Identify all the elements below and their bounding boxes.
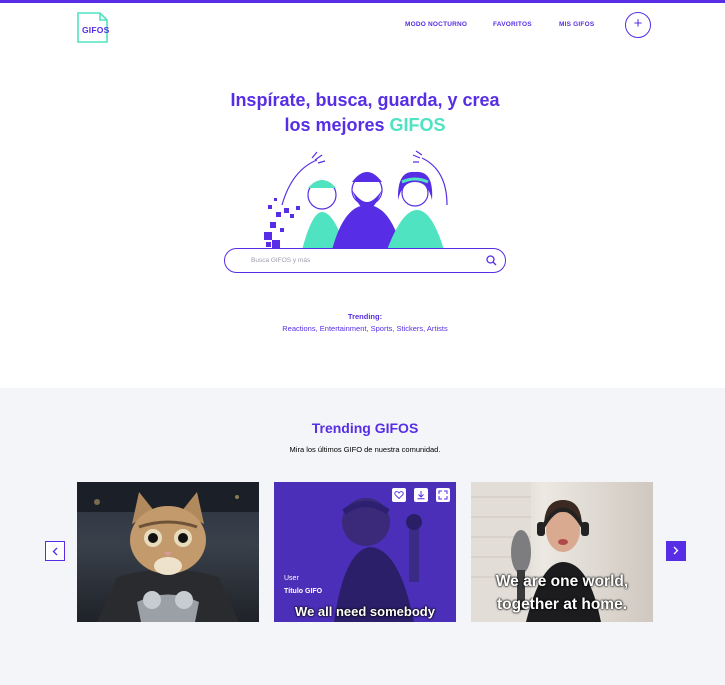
- hero-title-prefix: los mejores: [284, 115, 385, 135]
- trending-terms-label: Trending:: [347, 312, 383, 321]
- trending-gifos-title: Trending GIFOS: [311, 420, 419, 436]
- heart-icon: [394, 491, 404, 500]
- nav-night-mode[interactable]: MODO NOCTURNO: [405, 21, 467, 28]
- gif-card-kitten[interactable]: [77, 482, 259, 622]
- gif-caption-line2: together at home.: [496, 596, 628, 613]
- gif-user: User: [284, 575, 299, 582]
- chevron-left-icon: [52, 547, 58, 556]
- hero-title-line2: los mejores GIFOS: [0, 113, 725, 138]
- logo[interactable]: GIFOS: [77, 12, 110, 43]
- search-input[interactable]: [251, 254, 471, 267]
- download-button[interactable]: [414, 488, 428, 502]
- header: GIFOS MODO NOCTURNO FAVORITOS MIS GIFOS …: [0, 3, 725, 53]
- gif-caption-line1: We are one world,: [495, 573, 629, 590]
- search-bar: [224, 248, 506, 273]
- hero-title-accent: GIFOS: [389, 115, 446, 135]
- favorite-button[interactable]: [392, 488, 406, 502]
- nav-favorites[interactable]: FAVORITOS: [493, 21, 532, 28]
- carousel-prev-button[interactable]: [45, 541, 65, 561]
- carousel-next-button[interactable]: [666, 541, 686, 561]
- hero-title: Inspírate, busca, guarda, y crea los mej…: [0, 88, 725, 138]
- logo-text: GIFOS: [82, 25, 110, 35]
- gif-card-singer[interactable]: We are one world, together at home.: [471, 482, 653, 622]
- search-icon[interactable]: [486, 255, 497, 266]
- plus-icon: +: [633, 15, 643, 32]
- chevron-right-icon: [673, 546, 679, 555]
- expand-button[interactable]: [436, 488, 450, 502]
- hero-illustration: [264, 150, 448, 250]
- create-gifo-button[interactable]: +: [625, 12, 651, 38]
- expand-icon: [438, 490, 448, 500]
- nav-my-gifos[interactable]: MIS GIFOS: [559, 21, 594, 28]
- gif-kitten-image: [77, 482, 259, 622]
- gif-card-hovered[interactable]: User Título GIFO We all need somebody: [274, 482, 456, 622]
- gif-title: Título GIFO: [284, 588, 323, 595]
- gif-singer-image: [274, 482, 456, 622]
- download-icon: [417, 491, 425, 500]
- trending-gifos-subtitle: Mira los últimos GIFO de nuestra comunid…: [289, 445, 441, 454]
- trending-terms-list[interactable]: Reactions, Entertainment, Sports, Sticke…: [0, 324, 725, 333]
- hero-title-line1: Inspírate, busca, guarda, y crea: [230, 90, 500, 110]
- gif-caption: We all need somebody: [295, 604, 435, 619]
